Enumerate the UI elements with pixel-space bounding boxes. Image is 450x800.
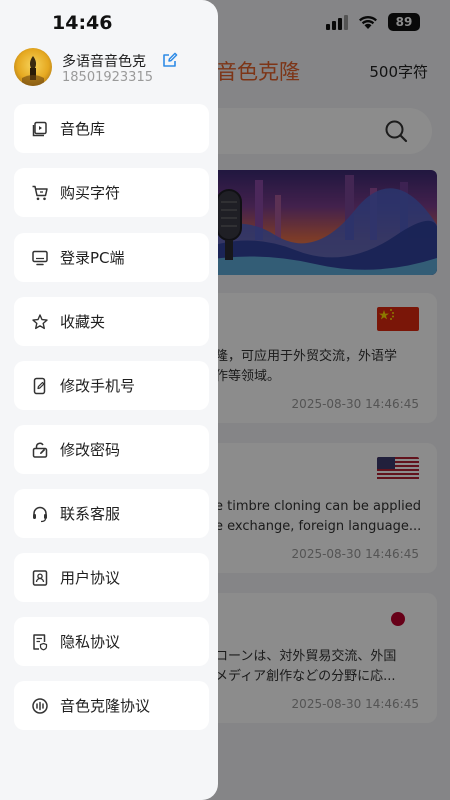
menu-item-buy-characters[interactable]: 购买字符 xyxy=(14,168,209,217)
avatar-image xyxy=(22,56,44,86)
menu-item-voice-library[interactable]: 音色库 xyxy=(14,104,209,153)
menu-item-voice-clone-agreement[interactable]: 音色克隆协议 xyxy=(14,681,209,730)
status-time: 14:46 xyxy=(52,12,113,34)
star-icon xyxy=(32,313,48,329)
menu-label: 修改密码 xyxy=(60,441,121,459)
menu-label: 音色克隆协议 xyxy=(60,697,151,715)
menu-label: 购买字符 xyxy=(60,184,121,202)
phone-edit-icon xyxy=(33,377,46,394)
menu-label: 用户协议 xyxy=(60,569,121,587)
voice-library-icon xyxy=(32,121,47,136)
voice-clone-icon xyxy=(32,697,48,714)
menu-item-contact-support[interactable]: 联系客服 xyxy=(14,489,209,538)
monitor-icon xyxy=(32,250,48,265)
user-name: 多语音音色克 xyxy=(62,54,146,70)
user-doc-icon xyxy=(32,569,48,586)
user-phone: 18501923315 xyxy=(62,70,153,85)
menu-label: 联系客服 xyxy=(60,505,121,523)
avatar[interactable] xyxy=(14,48,52,86)
menu-item-user-agreement[interactable]: 用户协议 xyxy=(14,553,209,602)
headset-icon xyxy=(33,506,47,522)
menu-item-change-password[interactable]: 修改密码 xyxy=(14,425,209,474)
edit-icon[interactable] xyxy=(162,52,178,68)
menu-label: 修改手机号 xyxy=(60,377,136,395)
menu-item-privacy-agreement[interactable]: 隐私协议 xyxy=(14,617,209,666)
menu-item-change-phone[interactable]: 修改手机号 xyxy=(14,361,209,410)
menu-label: 登录PC端 xyxy=(60,249,125,267)
menu-label: 音色库 xyxy=(60,120,106,138)
side-drawer: 14:46 多语音音色克 18501923315 音色库 购买字符 登录PC端 … xyxy=(0,0,218,800)
privacy-doc-icon xyxy=(33,633,48,650)
menu-item-favorites[interactable]: 收藏夹 xyxy=(14,297,209,346)
menu-label: 收藏夹 xyxy=(60,313,106,331)
menu-item-login-pc[interactable]: 登录PC端 xyxy=(14,233,209,282)
menu-label: 隐私协议 xyxy=(60,633,121,651)
lock-edit-icon xyxy=(32,442,48,458)
cart-icon xyxy=(32,185,48,200)
